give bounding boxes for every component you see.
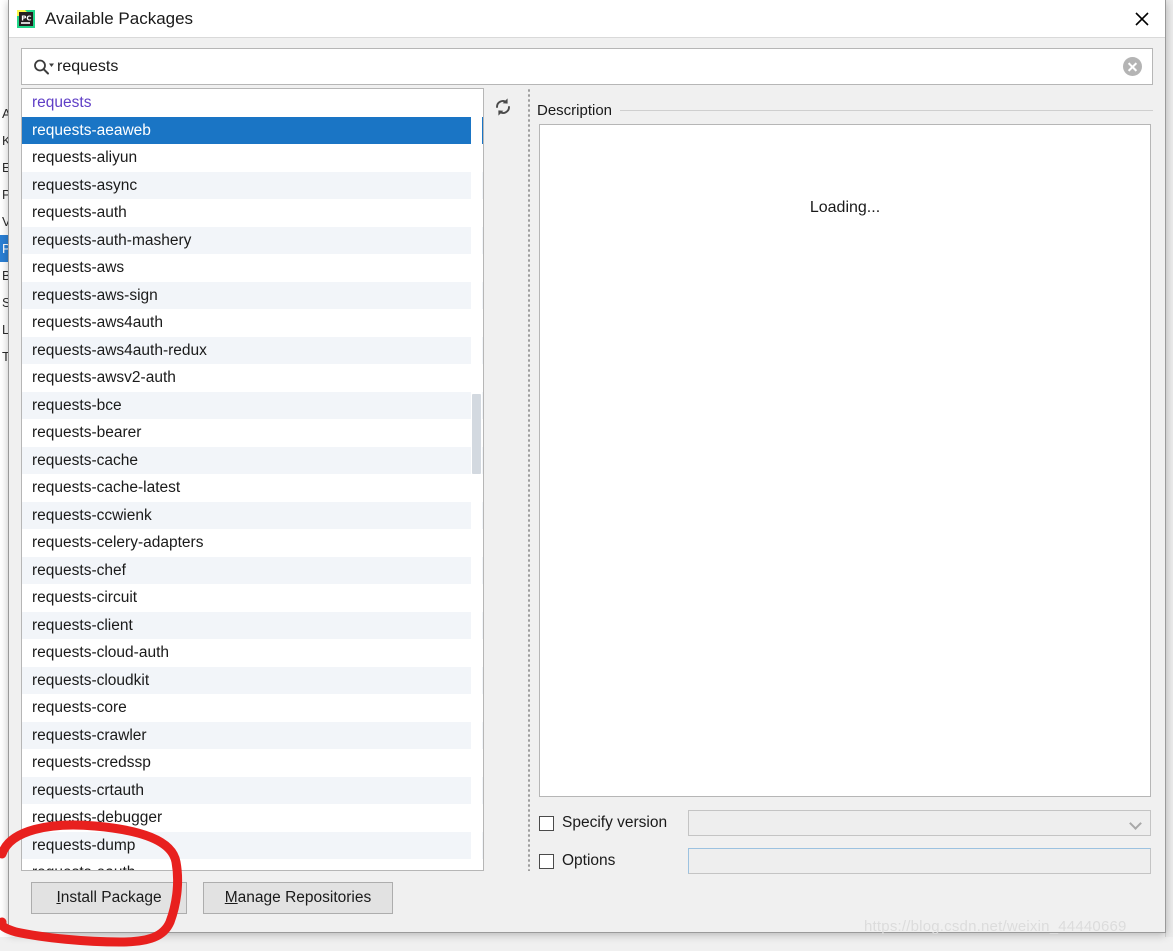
specify-version-select[interactable]	[688, 810, 1151, 836]
list-item[interactable]: requests-cloudkit	[22, 666, 483, 694]
list-item[interactable]: requests-credssp	[22, 749, 483, 777]
list-item[interactable]: requests-crtauth	[22, 776, 483, 804]
backdrop-right-strip	[1165, 0, 1173, 951]
clear-icon[interactable]	[1123, 57, 1142, 76]
list-item[interactable]: requests-aws	[22, 254, 483, 282]
list-item[interactable]: requests-ccwienk	[22, 501, 483, 529]
list-item[interactable]: requests-celery-adapters	[22, 529, 483, 557]
install-package-button[interactable]: Install Package	[31, 882, 187, 914]
list-item[interactable]: requests-cache	[22, 446, 483, 474]
description-pane: Description Loading... Specify version O…	[537, 88, 1153, 874]
list-item[interactable]: requests-auth-mashery	[22, 226, 483, 254]
list-item[interactable]: requests-awsv2-auth	[22, 364, 483, 392]
search-icon[interactable]	[32, 58, 54, 76]
pycharm-icon: PC	[16, 9, 36, 29]
list-item[interactable]: requests-cache-latest	[22, 474, 483, 502]
list-item[interactable]: requests-bce	[22, 391, 483, 419]
list-item[interactable]: requests-aliyun	[22, 144, 483, 172]
backdrop-bottom-strip	[0, 937, 1173, 951]
list-item[interactable]: requests-chef	[22, 556, 483, 584]
list-item-selected[interactable]: requests-aeaweb	[22, 116, 483, 144]
description-rule	[620, 109, 1153, 111]
manage-repositories-button[interactable]: Manage Repositories	[203, 882, 393, 914]
search-input[interactable]: requests	[21, 48, 1153, 85]
refresh-icon[interactable]	[490, 94, 516, 120]
watermark: https://blog.csdn.net/weixin_44440669	[864, 918, 1127, 935]
description-label: Description	[537, 101, 613, 119]
list-item[interactable]: requests-debugger	[22, 804, 483, 832]
description-header: Description	[537, 100, 1153, 120]
splitter-grip[interactable]	[527, 88, 531, 871]
description-body: Loading...	[539, 124, 1151, 797]
manage-label: anage Repositories	[237, 889, 372, 906]
list-item[interactable]: requests-auth	[22, 199, 483, 227]
list-item[interactable]: requests-bearer	[22, 419, 483, 447]
list-item[interactable]: requests-crawler	[22, 721, 483, 749]
search-row: requests	[21, 48, 1153, 85]
list-item[interactable]: requests-aws-sign	[22, 281, 483, 309]
package-list-items: requests requests-aeaweb requests-aliyun…	[22, 89, 483, 870]
chevron-down-icon[interactable]	[1129, 817, 1142, 830]
dialog-title: Available Packages	[45, 9, 194, 28]
manage-mnemonic: M	[224, 889, 238, 906]
list-item[interactable]: requests	[22, 89, 483, 117]
available-packages-dialog: PC Available Packages requests requests …	[8, 0, 1166, 933]
package-list-scrollbar[interactable]	[471, 90, 482, 870]
install-label: nstall Package	[60, 889, 162, 906]
options-label: Options	[562, 852, 616, 869]
dialog-titlebar: PC Available Packages	[9, 0, 1165, 38]
package-list-pane: requests requests-aeaweb requests-aliyun…	[21, 88, 539, 871]
pane-splitter[interactable]	[525, 88, 533, 871]
options-checkbox[interactable]	[539, 853, 554, 869]
list-item[interactable]: requests-aws4auth-redux	[22, 336, 483, 364]
list-item[interactable]: requests-client	[22, 611, 483, 639]
search-input-value: requests	[57, 58, 119, 75]
list-toolbar	[487, 88, 521, 871]
list-item[interactable]: requests-aws4auth	[22, 309, 483, 337]
list-item[interactable]: requests-cloud-auth	[22, 639, 483, 667]
svg-text:PC: PC	[21, 15, 31, 23]
package-list-scrollbar-thumb[interactable]	[472, 394, 481, 474]
list-item[interactable]: requests-circuit	[22, 584, 483, 612]
close-icon[interactable]	[1119, 0, 1165, 38]
description-loading-text: Loading...	[809, 199, 881, 216]
specify-version-label: Specify version	[562, 814, 668, 831]
specify-version-checkbox[interactable]	[539, 815, 554, 831]
list-item[interactable]: requests-core	[22, 694, 483, 722]
list-item[interactable]: requests-dump	[22, 831, 483, 859]
package-list[interactable]: requests requests-aeaweb requests-aliyun…	[21, 88, 484, 871]
list-item[interactable]: requests-async	[22, 171, 483, 199]
